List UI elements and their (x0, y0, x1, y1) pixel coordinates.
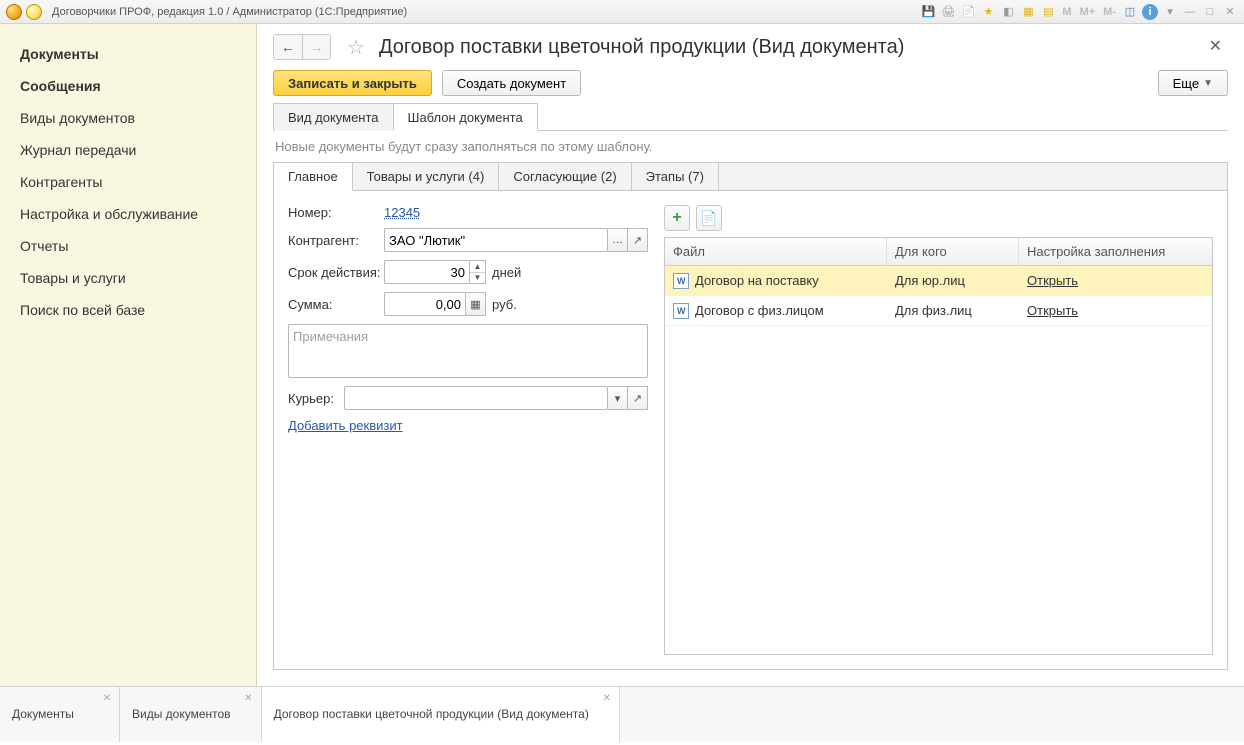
tb-calc-icon[interactable]: ▦ (1020, 4, 1036, 20)
courier-open-button[interactable]: ↗ (628, 386, 648, 410)
window-maximize[interactable]: □ (1202, 4, 1218, 20)
view-file-button[interactable]: 📄 (696, 205, 722, 231)
nav-forward-button: → (302, 35, 330, 59)
nav-contragents[interactable]: Контрагенты (0, 166, 256, 198)
nav-settings[interactable]: Настройка и обслуживание (0, 198, 256, 230)
tab-goods-services[interactable]: Товары и услуги (4) (353, 163, 500, 190)
nav-transfer-log[interactable]: Журнал передачи (0, 134, 256, 166)
add-attribute-link[interactable]: Добавить реквизит (288, 418, 403, 433)
number-label: Номер: (288, 205, 384, 220)
tb-m-icon[interactable]: M (1060, 6, 1073, 18)
app-icon-arrow (26, 4, 42, 20)
word-doc-icon (673, 303, 689, 319)
tb-info-icon[interactable]: i (1142, 4, 1158, 20)
file-name: Договор на поставку (695, 273, 819, 288)
tab-stages[interactable]: Этапы (7) (632, 163, 719, 190)
nav-doc-types[interactable]: Виды документов (0, 102, 256, 134)
window-close[interactable]: ✕ (1222, 4, 1238, 20)
sum-calc-button[interactable]: ▦ (466, 292, 486, 316)
courier-dropdown-button[interactable]: ▾ (608, 386, 628, 410)
th-who[interactable]: Для кого (887, 238, 1019, 265)
content-area: ✕ ← → ☆ Договор поставки цветочной проду… (257, 24, 1244, 686)
close-page-button[interactable]: ✕ (1209, 36, 1222, 56)
contragent-select-button[interactable]: … (608, 228, 628, 252)
nav-reports[interactable]: Отчеты (0, 230, 256, 262)
number-value[interactable]: 12345 (384, 205, 420, 220)
tb-panels-icon[interactable]: ◫ (1122, 4, 1138, 20)
close-tab-icon[interactable]: ✕ (602, 693, 610, 704)
tb-mplus-icon[interactable]: M+ (1078, 6, 1098, 18)
table-row[interactable]: Договор на поставку Для юр.лиц Открыть (665, 266, 1212, 296)
tab-main[interactable]: Главное (274, 163, 353, 191)
chevron-down-icon: ▼ (1203, 78, 1213, 89)
favorite-star-icon[interactable]: ☆ (347, 35, 365, 60)
contragent-open-button[interactable]: ↗ (628, 228, 648, 252)
file-name: Договор с физ.лицом (695, 303, 824, 318)
tb-doc-icon[interactable]: 📄 (960, 4, 976, 20)
nav-messages[interactable]: Сообщения (0, 70, 256, 102)
tb-dropdown-icon[interactable]: ▾ (1162, 4, 1178, 20)
term-spin-up[interactable]: ▲ (470, 261, 485, 273)
sum-input[interactable] (384, 292, 466, 316)
table-row[interactable]: Договор с физ.лицом Для физ.лиц Открыть (665, 296, 1212, 326)
courier-input[interactable] (344, 386, 608, 410)
sidebar: Документы Сообщения Виды документов Журн… (0, 24, 257, 686)
tb-history-icon[interactable]: ◧ (1000, 4, 1016, 20)
tb-calendar-icon[interactable]: ▤ (1040, 4, 1056, 20)
file-who: Для юр.лиц (895, 273, 965, 288)
tb-mminus-icon[interactable]: M- (1101, 6, 1118, 18)
sum-label: Сумма: (288, 297, 384, 312)
tab-doc-type[interactable]: Вид документа (273, 103, 394, 131)
term-spin-down[interactable]: ▼ (470, 273, 485, 284)
courier-label: Курьер: (288, 391, 344, 406)
close-tab-icon[interactable]: ✕ (244, 693, 252, 704)
add-file-button[interactable]: + (664, 205, 690, 231)
tb-fav-icon[interactable]: ★ (980, 4, 996, 20)
window-minimize[interactable]: — (1182, 4, 1198, 20)
template-hint: Новые документы будут сразу заполняться … (273, 131, 1228, 162)
notes-textarea[interactable] (288, 324, 648, 378)
open-config-link[interactable]: Открыть (1027, 273, 1078, 288)
contragent-input[interactable] (384, 228, 608, 252)
th-file[interactable]: Файл (665, 238, 887, 265)
task-tab-doc-types[interactable]: Виды документов ✕ (120, 687, 262, 742)
save-and-close-button[interactable]: Записать и закрыть (273, 70, 432, 96)
tab-approvers[interactable]: Согласующие (2) (499, 163, 631, 190)
term-input[interactable] (384, 260, 470, 284)
page-title: Договор поставки цветочной продукции (Ви… (379, 36, 904, 59)
file-who: Для физ.лиц (895, 303, 972, 318)
files-table: Файл Для кого Настройка заполнения Догов… (664, 237, 1213, 655)
tb-save-icon[interactable]: 💾 (920, 4, 936, 20)
term-unit: дней (492, 265, 521, 280)
taskbar: Документы ✕ Виды документов ✕ Договор по… (0, 686, 1244, 742)
sum-unit: руб. (492, 297, 517, 312)
nav-back-button[interactable]: ← (274, 35, 302, 59)
window-title: Договорчики ПРОФ, редакция 1.0 / Админис… (52, 6, 407, 18)
nav-goods[interactable]: Товары и услуги (0, 262, 256, 294)
contragent-label: Контрагент: (288, 233, 384, 248)
task-tab-current[interactable]: Договор поставки цветочной продукции (Ви… (262, 687, 620, 742)
close-tab-icon[interactable]: ✕ (103, 693, 111, 704)
app-icon-1c (6, 4, 22, 20)
more-button[interactable]: Еще▼ (1158, 70, 1228, 96)
nav-documents[interactable]: Документы (0, 38, 256, 70)
term-label: Срок действия: (288, 265, 384, 280)
titlebar: Договорчики ПРОФ, редакция 1.0 / Админис… (0, 0, 1244, 24)
word-doc-icon (673, 273, 689, 289)
open-config-link[interactable]: Открыть (1027, 303, 1078, 318)
create-document-button[interactable]: Создать документ (442, 70, 581, 96)
tab-doc-template[interactable]: Шаблон документа (393, 103, 538, 131)
task-tab-documents[interactable]: Документы ✕ (0, 687, 120, 742)
nav-search[interactable]: Поиск по всей базе (0, 294, 256, 326)
th-config[interactable]: Настройка заполнения (1019, 238, 1212, 265)
tb-print-icon[interactable]: 🖨 (940, 4, 956, 20)
